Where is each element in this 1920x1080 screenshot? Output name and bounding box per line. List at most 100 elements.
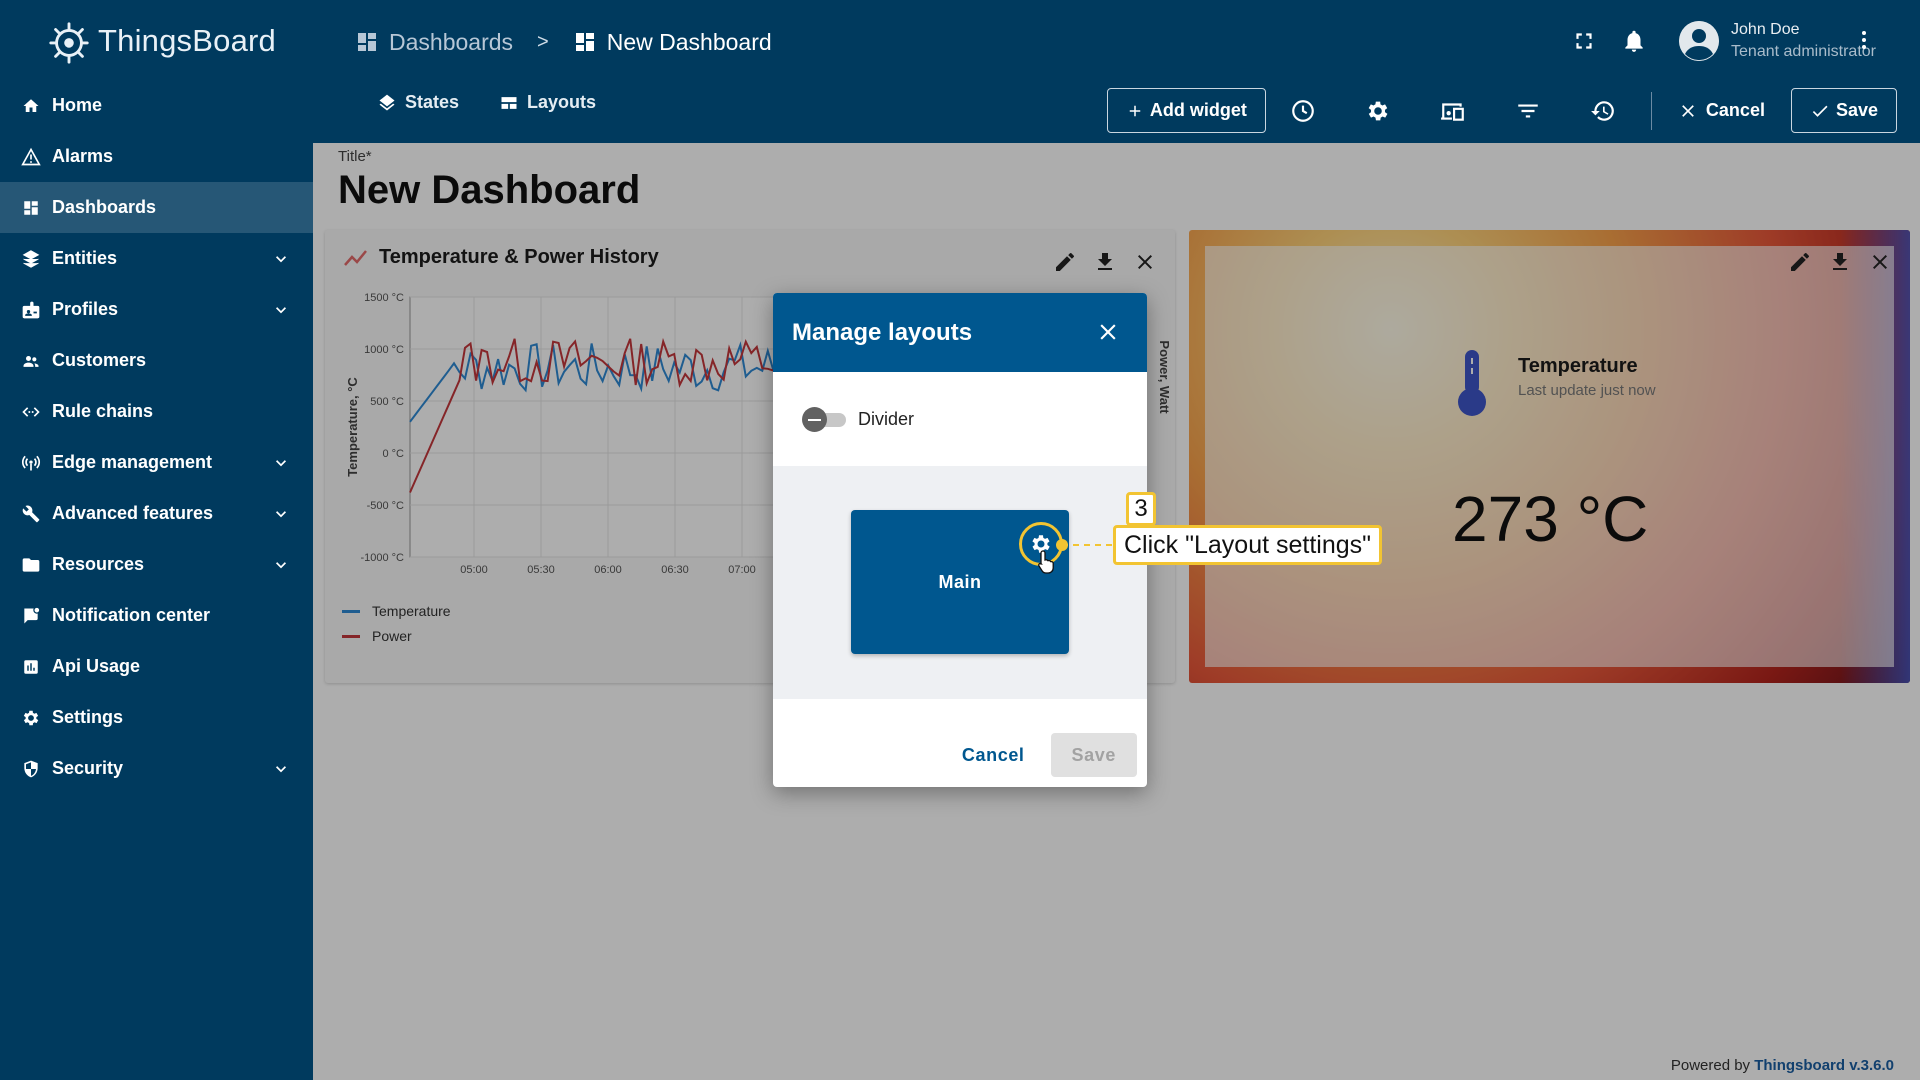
sidebar-item-alarms[interactable]: Alarms — [0, 131, 313, 182]
sidebar-item-resources[interactable]: Resources — [0, 539, 313, 590]
dialog-actions: Cancel Save — [946, 733, 1137, 777]
plus-icon — [1129, 105, 1141, 116]
timewindow-button[interactable] — [1266, 88, 1341, 133]
close-icon — [1682, 104, 1694, 117]
dialog-cancel-button[interactable]: Cancel — [946, 733, 1041, 777]
callout-connector — [1062, 544, 1112, 546]
breadcrumb: Dashboards > New Dashboard — [355, 22, 772, 62]
layers-icon — [379, 94, 395, 110]
chevron-down-icon[interactable] — [271, 555, 291, 575]
sidebar-item-profiles[interactable]: Profiles — [0, 284, 313, 335]
breadcrumb-parent-label: Dashboards — [389, 28, 514, 55]
user-menu[interactable]: John Doe Tenant administrator — [1679, 19, 1876, 62]
layouts-label: Layouts — [527, 92, 597, 112]
rule-chains-icon — [20, 401, 42, 423]
close-icon[interactable] — [1095, 319, 1121, 345]
divider-toggle[interactable] — [802, 407, 848, 432]
top-bar: Dashboards > New Dashboard John Doe Tena… — [313, 0, 1920, 143]
sidebar-item-customers[interactable]: Customers — [0, 335, 313, 386]
dialog-header: Manage layouts — [773, 293, 1147, 372]
divider-toggle-row: Divider — [773, 372, 1147, 466]
states-button[interactable]: States — [377, 92, 459, 113]
chevron-down-icon[interactable] — [271, 300, 291, 320]
sidebar-item-label: Profiles — [52, 299, 119, 319]
edge-icon — [20, 452, 42, 474]
sidebar-item-label: Home — [52, 95, 103, 115]
breadcrumb-separator: > — [537, 30, 549, 53]
sidebar-item-entities[interactable]: Entities — [0, 233, 313, 284]
sidebar-item-security[interactable]: Security — [0, 743, 313, 794]
brand-name: ThingsBoard — [98, 23, 276, 58]
chevron-down-icon[interactable] — [271, 504, 291, 524]
layout-name: Main — [938, 571, 982, 592]
avatar — [1679, 21, 1720, 61]
sidebar-item-edge-management[interactable]: Edge management — [0, 437, 313, 488]
layout-card-main[interactable]: Main — [851, 510, 1069, 654]
filters-button[interactable] — [1491, 88, 1566, 133]
dashboard-settings-button[interactable] — [1341, 88, 1416, 133]
sidebar-item-label: Entities — [52, 248, 118, 268]
minus-icon — [802, 407, 827, 432]
states-label: States — [405, 92, 460, 112]
notification-icon — [20, 605, 42, 627]
thingsboard-logo-icon — [49, 22, 89, 64]
bell-icon[interactable] — [1621, 28, 1647, 54]
devices-icon — [1441, 102, 1465, 121]
chevron-down-icon[interactable] — [271, 453, 291, 473]
sidebar-item-advanced-features[interactable]: Advanced features — [0, 488, 313, 539]
devices-button[interactable] — [1416, 88, 1491, 133]
sidebar-item-notification-center[interactable]: Notification center — [0, 590, 313, 641]
add-widget-label: Add widget — [1149, 100, 1247, 120]
sidebar-item-label: Advanced features — [52, 503, 214, 523]
breadcrumb-current: New Dashboard — [573, 29, 772, 56]
chevron-down-icon[interactable] — [271, 249, 291, 269]
entities-icon — [20, 248, 42, 270]
add-widget-button[interactable]: Add widget — [1106, 88, 1266, 133]
sidebar-item-rule-chains[interactable]: Rule chains — [0, 386, 313, 437]
breadcrumb-current-label: New Dashboard — [606, 28, 772, 55]
sidebar-item-home[interactable]: Home — [0, 80, 313, 131]
chart-icon — [20, 656, 42, 678]
user-icon — [1679, 21, 1720, 61]
sidebar-item-label: Dashboards — [52, 197, 157, 217]
edit-toolbar-left: States Layouts — [377, 92, 596, 113]
sidebar-item-label: Customers — [52, 350, 147, 370]
clock-icon — [1292, 99, 1315, 122]
dialog-save-button[interactable]: Save — [1050, 733, 1137, 777]
sidebar-nav: Home Alarms Dashboards Entities Profiles… — [0, 80, 313, 794]
sidebar-item-label: Alarms — [52, 146, 114, 166]
chevron-down-icon[interactable] — [271, 759, 291, 779]
layouts-button[interactable]: Layouts — [499, 92, 596, 113]
cancel-edit-button[interactable]: Cancel — [1662, 88, 1781, 133]
sidebar-item-label: Settings — [52, 707, 124, 727]
save-dashboard-label: Save — [1835, 100, 1878, 120]
sidebar-item-settings[interactable]: Settings — [0, 692, 313, 743]
sidebar-item-label: Resources — [52, 554, 145, 574]
version-history-button[interactable] — [1566, 88, 1641, 133]
edit-toolbar-right: Add widget Cancel Save — [1106, 88, 1897, 133]
sidebar-item-api-usage[interactable]: Api Usage — [0, 641, 313, 692]
dashboard-icon — [575, 33, 594, 51]
customers-icon — [20, 350, 42, 372]
gear-icon — [20, 707, 42, 729]
view-quilt-icon — [501, 96, 517, 109]
dialog-title: Manage layouts — [792, 318, 973, 346]
fullscreen-icon[interactable] — [1571, 28, 1597, 54]
home-icon — [20, 95, 42, 117]
filter-icon — [1518, 104, 1539, 117]
breadcrumb-dashboards[interactable]: Dashboards — [355, 29, 513, 56]
sidebar-item-label: Notification center — [52, 605, 211, 625]
shield-icon — [20, 758, 42, 780]
sidebar-item-dashboards[interactable]: Dashboards — [0, 182, 313, 233]
dashboard-icon — [20, 197, 42, 219]
sidebar-item-label: Rule chains — [52, 401, 154, 421]
manage-layouts-dialog: Manage layouts Divider Main Cancel Save — [773, 293, 1147, 787]
dashboard-icon — [358, 33, 376, 51]
save-dashboard-button[interactable]: Save — [1790, 88, 1897, 133]
sidebar-item-label: Security — [52, 758, 124, 778]
brand[interactable]: ThingsBoard — [46, 14, 276, 68]
more-vert-icon[interactable] — [1852, 28, 1876, 52]
tools-icon — [20, 503, 42, 525]
check-icon — [1812, 105, 1828, 117]
sidebar-item-label: Edge management — [52, 452, 213, 472]
